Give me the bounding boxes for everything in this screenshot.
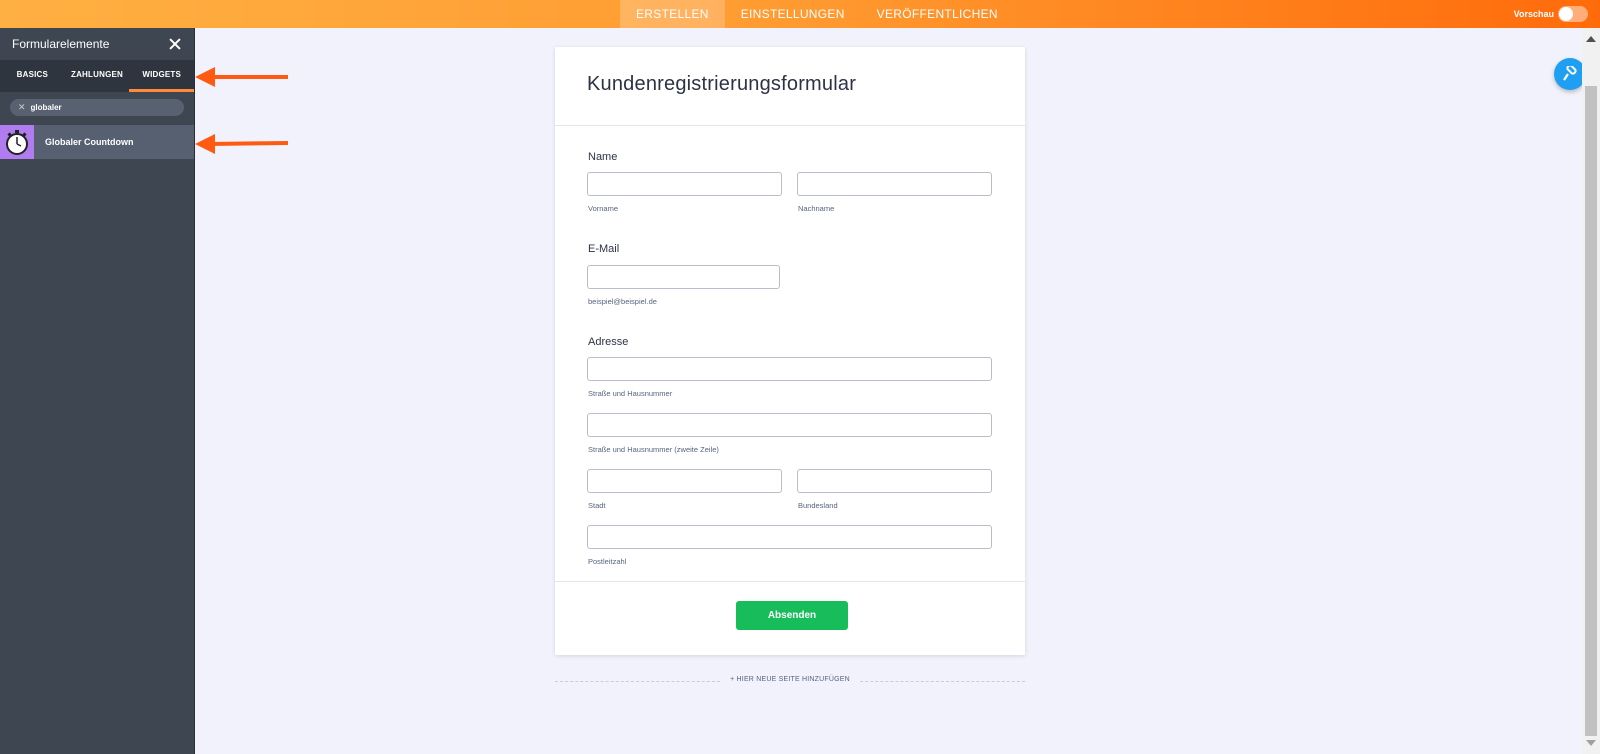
street-line2-sublabel: Straße und Hausnummer (zweite Zeile) <box>588 445 719 454</box>
first-name-sublabel: Vorname <box>588 204 619 213</box>
street-line1-field[interactable] <box>587 357 992 381</box>
tab-erstellen[interactable]: ERSTELLEN <box>620 0 725 28</box>
last-name-sublabel: Nachname <box>798 204 835 213</box>
paint-roller-icon <box>1563 66 1577 81</box>
tab-zahlungen[interactable]: ZAHLUNGEN <box>65 60 130 92</box>
add-page-label[interactable]: + HIER NEUE SEITE HINZUFÜGEN <box>722 676 858 683</box>
clear-search-icon[interactable]: ✕ <box>18 102 26 113</box>
annotation-arrow-result-icon <box>195 134 289 154</box>
city-sublabel: Stadt <box>588 501 606 510</box>
first-name-field[interactable] <box>587 172 782 196</box>
widget-search: ✕ <box>10 99 184 116</box>
name-label: Name <box>588 151 618 163</box>
preview-toggle-group: Vorschau <box>1514 5 1588 23</box>
tab-widgets[interactable]: WIDGETS <box>129 60 195 92</box>
street-line1-sublabel: Straße und Hausnummer <box>588 389 673 398</box>
email-label: E-Mail <box>588 243 620 255</box>
widget-result-item[interactable]: Globaler Countdown <box>0 125 194 159</box>
add-page-label-wrap: + HIER NEUE SEITE HINZUFÜGEN <box>555 676 1025 683</box>
annotation-arrow-widgets-icon <box>195 67 288 87</box>
last-name-field[interactable] <box>797 172 992 196</box>
form-card: Kundenregistrierungsformular Name Vornam… <box>555 47 1025 655</box>
zip-field[interactable] <box>587 525 992 549</box>
search-wrapper: ✕ <box>0 92 194 123</box>
state-sublabel: Bundesland <box>798 501 838 510</box>
form-elements-panel: Formularelemente BASICS ZAHLUNGEN WIDGET… <box>0 28 195 754</box>
panel-title: Formularelemente <box>12 37 110 51</box>
page-scrollbar[interactable] <box>1582 28 1600 754</box>
zip-sublabel: Postleitzahl <box>588 557 627 566</box>
header-divider <box>555 125 1025 126</box>
preview-toggle[interactable] <box>1558 6 1588 22</box>
scroll-thumb[interactable] <box>1585 86 1597 736</box>
stopwatch-icon <box>0 125 34 159</box>
state-field[interactable] <box>797 469 992 493</box>
search-input[interactable] <box>30 103 171 112</box>
tab-einstellungen[interactable]: EINSTELLUNGEN <box>725 0 861 28</box>
scroll-up-arrow-icon[interactable] <box>1586 36 1596 42</box>
street-line2-field[interactable] <box>587 413 992 437</box>
scroll-down-arrow-icon[interactable] <box>1586 740 1596 746</box>
submit-button[interactable]: Absenden <box>736 601 848 630</box>
tab-veroeffentlichen[interactable]: VERÖFFENTLICHEN <box>861 0 1014 28</box>
toggle-knob <box>1559 7 1573 21</box>
form-title[interactable]: Kundenregistrierungsformular <box>587 73 856 96</box>
tab-basics[interactable]: BASICS <box>0 60 65 92</box>
panel-tabs: BASICS ZAHLUNGEN WIDGETS <box>0 60 195 92</box>
email-field[interactable] <box>587 265 780 289</box>
widget-result-label: Globaler Countdown <box>45 137 134 147</box>
footer-divider <box>555 581 1025 582</box>
add-page-row[interactable]: + HIER NEUE SEITE HINZUFÜGEN <box>555 675 1025 687</box>
address-label: Adresse <box>588 336 629 348</box>
top-navigation-bar: ERSTELLEN EINSTELLUNGEN VERÖFFENTLICHEN … <box>0 0 1600 28</box>
panel-header: Formularelemente <box>0 28 194 60</box>
close-icon[interactable] <box>168 37 182 51</box>
preview-label: Vorschau <box>1513 9 1554 19</box>
city-field[interactable] <box>587 469 782 493</box>
builder-tabs: ERSTELLEN EINSTELLUNGEN VERÖFFENTLICHEN <box>620 0 1014 28</box>
email-sublabel: beispiel@beispiel.de <box>588 297 657 306</box>
